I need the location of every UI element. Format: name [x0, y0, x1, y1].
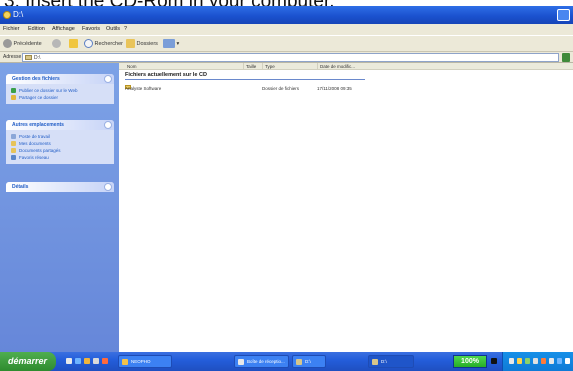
group-divider	[125, 79, 365, 80]
back-arrow-icon	[3, 39, 12, 49]
place-my-documents[interactable]: Mes documents	[11, 140, 111, 147]
back-button[interactable]: Précédente	[3, 38, 42, 50]
drive-small-icon	[25, 55, 32, 61]
progress-label: 100%	[461, 358, 479, 365]
up-folder-icon	[69, 39, 78, 49]
address-input[interactable]: D:\	[22, 53, 559, 62]
chevron-down-icon: ▾	[176, 41, 180, 47]
menu-edition[interactable]: Edition	[28, 24, 45, 35]
folders-button[interactable]: Dossiers	[126, 38, 158, 50]
file-date-cell: 17/11/2008 09:35	[317, 86, 352, 91]
address-bar: Adresse D:\	[0, 52, 573, 63]
tray-icon[interactable]	[557, 358, 562, 364]
place-network[interactable]: Favoris réseau	[11, 154, 111, 161]
views-button[interactable]: ▾	[163, 38, 179, 50]
progress-bar: 100%	[453, 355, 487, 368]
tray-icon[interactable]	[509, 358, 514, 364]
quick-launch-icon[interactable]	[75, 358, 81, 364]
task-button-neopho[interactable]: NEOPHO	[118, 355, 172, 368]
forward-button[interactable]	[52, 38, 61, 50]
details-header[interactable]: Détails	[6, 182, 114, 192]
list-item[interactable]: Analyste Software Dossier de fichiers 17…	[125, 85, 385, 92]
drive-icon	[296, 359, 302, 365]
start-button[interactable]: démarrer	[0, 352, 56, 371]
tray-icon[interactable]	[517, 358, 522, 364]
network-icon	[11, 155, 16, 161]
menu-affichage[interactable]: Affichage	[52, 24, 75, 35]
menu-bar: Fichier Edition Affichage Favoris Outils…	[0, 24, 573, 35]
taskbar: démarrer NEOPHO Boîte de réceptio... D:\…	[0, 352, 573, 371]
drive-icon	[372, 359, 378, 365]
expand-chevron-icon[interactable]	[104, 183, 112, 191]
tray-icon[interactable]	[525, 358, 530, 364]
column-headers: Nom Taille Type Date de modific...	[119, 63, 573, 70]
views-icon	[163, 39, 175, 49]
mail-icon	[238, 359, 244, 365]
explorer-screenshot: 3. Insert the CD-Rom in your computer. D…	[0, 0, 573, 371]
group-title: Fichiers actuellement sur le CD	[125, 72, 207, 78]
shared-folder-icon	[11, 148, 16, 154]
quick-launch-icon[interactable]	[84, 358, 90, 364]
forward-arrow-icon	[52, 39, 61, 49]
go-button[interactable]	[562, 53, 570, 62]
task-button-drive[interactable]: D:\	[292, 355, 326, 368]
collapse-chevron-icon[interactable]	[104, 121, 112, 129]
share-folder-icon	[11, 95, 16, 101]
file-tasks-panel: Gestion des fichiers Publier ce dossier …	[6, 74, 114, 104]
details-panel: Détails	[6, 182, 114, 192]
tray-icon[interactable]	[541, 358, 546, 364]
other-places-panel: Autres emplacements Poste de travail Mes…	[6, 120, 114, 164]
menu-outils[interactable]: Outils	[106, 24, 120, 35]
file-tasks-header[interactable]: Gestion des fichiers	[6, 74, 114, 84]
quick-launch-icon[interactable]	[93, 358, 99, 364]
quick-launch-icon[interactable]	[102, 358, 108, 364]
menu-help[interactable]: ?	[124, 24, 127, 35]
menu-fichier[interactable]: Fichier	[3, 24, 20, 35]
tray-icon[interactable]	[533, 358, 538, 364]
search-icon	[84, 39, 93, 49]
system-tray	[502, 352, 573, 371]
tray-icon[interactable]	[549, 358, 554, 364]
toolbar: Précédente Rechercher Dossiers ▾	[0, 35, 573, 52]
file-list-pane: Nom Taille Type Date de modific... Fichi…	[119, 63, 573, 352]
task-button-inbox[interactable]: Boîte de réceptio...	[234, 355, 289, 368]
publish-web-icon	[11, 88, 16, 94]
task-button-drive-active[interactable]: D:\	[368, 355, 414, 368]
address-label: Adresse	[3, 54, 22, 60]
documents-folder-icon	[11, 141, 16, 147]
menu-favoris[interactable]: Favoris	[82, 24, 100, 35]
place-my-computer[interactable]: Poste de travail	[11, 133, 111, 140]
drive-icon	[3, 11, 11, 19]
app-icon	[122, 359, 128, 365]
quick-launch-icon[interactable]	[66, 358, 72, 364]
window-title: D:\	[13, 10, 24, 19]
place-shared-documents[interactable]: Documents partagés	[11, 147, 111, 154]
title-bar: D:\	[0, 6, 573, 24]
folders-icon	[126, 39, 135, 49]
up-folder-button[interactable]	[69, 38, 78, 50]
status-icon[interactable]	[491, 358, 497, 364]
task-publish-web[interactable]: Publier ce dossier sur le Web	[11, 87, 111, 94]
other-places-header[interactable]: Autres emplacements	[6, 120, 114, 130]
column-date[interactable]: Date de modific...	[317, 63, 355, 70]
column-name[interactable]: Nom	[125, 63, 137, 70]
window-control-button[interactable]	[557, 9, 570, 21]
column-type[interactable]: Type	[262, 63, 275, 70]
search-button[interactable]: Rechercher	[84, 38, 123, 50]
column-size[interactable]: Taille	[243, 63, 256, 70]
task-share-folder[interactable]: Partager ce dossier	[11, 94, 111, 101]
task-pane: Gestion des fichiers Publier ce dossier …	[0, 63, 119, 352]
file-type-cell: Dossier de fichiers	[262, 86, 300, 91]
collapse-chevron-icon[interactable]	[104, 75, 112, 83]
tray-icon[interactable]	[565, 358, 570, 364]
computer-icon	[11, 134, 16, 140]
